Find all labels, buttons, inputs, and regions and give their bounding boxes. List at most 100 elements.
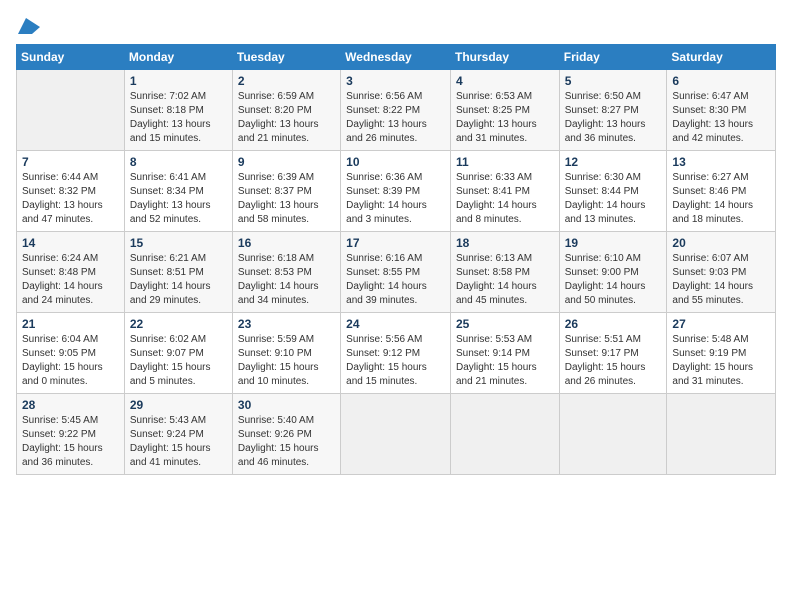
calendar-cell: 2 Sunrise: 6:59 AMSunset: 8:20 PMDaylight… <box>232 70 340 151</box>
calendar-cell: 29Sunrise: 5:43 AMSunset: 9:24 PMDayligh… <box>124 394 232 475</box>
calendar-cell: 4 Sunrise: 6:53 AMSunset: 8:25 PMDaylight… <box>450 70 559 151</box>
calendar-header-friday: Friday <box>559 45 667 70</box>
calendar-cell: 7 Sunrise: 6:44 AMSunset: 8:32 PMDaylight… <box>17 151 125 232</box>
calendar-header-wednesday: Wednesday <box>341 45 451 70</box>
day-detail: Sunrise: 5:53 AMSunset: 9:14 PMDaylight:… <box>456 333 554 389</box>
day-detail: Sunrise: 6:30 AMSunset: 8:44 PMDaylight:… <box>565 171 662 227</box>
day-detail: Sunrise: 6:16 AMSunset: 8:55 PMDaylight:… <box>346 252 445 308</box>
day-detail: Sunrise: 5:40 AMSunset: 9:26 PMDaylight:… <box>238 414 335 470</box>
calendar-cell: 25 Sunrise: 5:53 AMSunset: 9:14 PMDayligh… <box>450 313 559 394</box>
calendar-cell: 28 Sunrise: 5:45 AMSunset: 9:22 PMDayligh… <box>17 394 125 475</box>
calendar-cell: 5Sunrise: 6:50 AMSunset: 8:27 PMDaylight… <box>559 70 667 151</box>
calendar-header-monday: Monday <box>124 45 232 70</box>
day-number: 12 <box>565 155 662 169</box>
calendar-week-2: 7 Sunrise: 6:44 AMSunset: 8:32 PMDaylight… <box>17 151 776 232</box>
day-number: 6 <box>672 74 770 88</box>
day-detail: Sunrise: 6:53 AMSunset: 8:25 PMDaylight:… <box>456 90 554 146</box>
day-detail: Sunrise: 6:44 AMSunset: 8:32 PMDaylight:… <box>22 171 119 227</box>
calendar-cell <box>450 394 559 475</box>
calendar-cell: 23Sunrise: 5:59 AMSunset: 9:10 PMDayligh… <box>232 313 340 394</box>
day-number: 22 <box>130 317 227 331</box>
calendar-week-1: 1 Sunrise: 7:02 AMSunset: 8:18 PMDaylight… <box>17 70 776 151</box>
day-number: 27 <box>672 317 770 331</box>
calendar-table: SundayMondayTuesdayWednesdayThursdayFrid… <box>16 44 776 475</box>
calendar-week-5: 28 Sunrise: 5:45 AMSunset: 9:22 PMDayligh… <box>17 394 776 475</box>
calendar-cell: 20 Sunrise: 6:07 AMSunset: 9:03 PMDayligh… <box>667 232 776 313</box>
calendar-header-row: SundayMondayTuesdayWednesdayThursdayFrid… <box>17 45 776 70</box>
day-number: 8 <box>130 155 227 169</box>
calendar-cell <box>17 70 125 151</box>
day-number: 26 <box>565 317 662 331</box>
day-detail: Sunrise: 6:56 AMSunset: 8:22 PMDaylight:… <box>346 90 445 146</box>
day-number: 10 <box>346 155 445 169</box>
calendar-cell: 22 Sunrise: 6:02 AMSunset: 9:07 PMDayligh… <box>124 313 232 394</box>
calendar-cell: 26 Sunrise: 5:51 AMSunset: 9:17 PMDayligh… <box>559 313 667 394</box>
day-number: 7 <box>22 155 119 169</box>
calendar-cell: 24 Sunrise: 5:56 AMSunset: 9:12 PMDayligh… <box>341 313 451 394</box>
day-detail: Sunrise: 7:02 AMSunset: 8:18 PMDaylight:… <box>130 90 227 146</box>
day-detail: Sunrise: 6:21 AMSunset: 8:51 PMDaylight:… <box>130 252 227 308</box>
day-number: 2 <box>238 74 335 88</box>
day-detail: Sunrise: 5:51 AMSunset: 9:17 PMDaylight:… <box>565 333 662 389</box>
day-number: 5 <box>565 74 662 88</box>
day-number: 20 <box>672 236 770 250</box>
day-detail: Sunrise: 6:10 AMSunset: 9:00 PMDaylight:… <box>565 252 662 308</box>
day-number: 25 <box>456 317 554 331</box>
calendar-cell <box>341 394 451 475</box>
day-detail: Sunrise: 5:43 AMSunset: 9:24 PMDaylight:… <box>130 414 227 470</box>
day-detail: Sunrise: 6:41 AMSunset: 8:34 PMDaylight:… <box>130 171 227 227</box>
logo-icon <box>18 18 40 34</box>
calendar-cell: 27 Sunrise: 5:48 AMSunset: 9:19 PMDayligh… <box>667 313 776 394</box>
day-number: 19 <box>565 236 662 250</box>
day-number: 1 <box>130 74 227 88</box>
day-detail: Sunrise: 6:02 AMSunset: 9:07 PMDaylight:… <box>130 333 227 389</box>
calendar-cell: 3 Sunrise: 6:56 AMSunset: 8:22 PMDaylight… <box>341 70 451 151</box>
day-detail: Sunrise: 6:04 AMSunset: 9:05 PMDaylight:… <box>22 333 119 389</box>
day-detail: Sunrise: 5:45 AMSunset: 9:22 PMDaylight:… <box>22 414 119 470</box>
day-detail: Sunrise: 6:07 AMSunset: 9:03 PMDaylight:… <box>672 252 770 308</box>
day-number: 21 <box>22 317 119 331</box>
day-number: 4 <box>456 74 554 88</box>
day-detail: Sunrise: 5:56 AMSunset: 9:12 PMDaylight:… <box>346 333 445 389</box>
calendar-week-3: 14Sunrise: 6:24 AMSunset: 8:48 PMDayligh… <box>17 232 776 313</box>
calendar-cell: 15 Sunrise: 6:21 AMSunset: 8:51 PMDayligh… <box>124 232 232 313</box>
day-detail: Sunrise: 6:18 AMSunset: 8:53 PMDaylight:… <box>238 252 335 308</box>
calendar-cell: 19 Sunrise: 6:10 AMSunset: 9:00 PMDayligh… <box>559 232 667 313</box>
calendar-cell: 30Sunrise: 5:40 AMSunset: 9:26 PMDayligh… <box>232 394 340 475</box>
calendar-cell: 9 Sunrise: 6:39 AMSunset: 8:37 PMDaylight… <box>232 151 340 232</box>
day-detail: Sunrise: 6:33 AMSunset: 8:41 PMDaylight:… <box>456 171 554 227</box>
day-number: 23 <box>238 317 335 331</box>
day-detail: Sunrise: 6:47 AMSunset: 8:30 PMDaylight:… <box>672 90 770 146</box>
day-detail: Sunrise: 6:39 AMSunset: 8:37 PMDaylight:… <box>238 171 335 227</box>
day-number: 9 <box>238 155 335 169</box>
calendar-header-sunday: Sunday <box>17 45 125 70</box>
day-number: 11 <box>456 155 554 169</box>
day-detail: Sunrise: 6:27 AMSunset: 8:46 PMDaylight:… <box>672 171 770 227</box>
day-number: 24 <box>346 317 445 331</box>
calendar-cell: 8 Sunrise: 6:41 AMSunset: 8:34 PMDaylight… <box>124 151 232 232</box>
calendar-cell: 14Sunrise: 6:24 AMSunset: 8:48 PMDayligh… <box>17 232 125 313</box>
day-number: 18 <box>456 236 554 250</box>
calendar-cell: 18 Sunrise: 6:13 AMSunset: 8:58 PMDayligh… <box>450 232 559 313</box>
calendar-cell: 1 Sunrise: 7:02 AMSunset: 8:18 PMDaylight… <box>124 70 232 151</box>
calendar-cell: 12 Sunrise: 6:30 AMSunset: 8:44 PMDayligh… <box>559 151 667 232</box>
day-detail: Sunrise: 6:13 AMSunset: 8:58 PMDaylight:… <box>456 252 554 308</box>
logo <box>16 16 40 34</box>
page: SundayMondayTuesdayWednesdayThursdayFrid… <box>0 0 792 612</box>
day-number: 28 <box>22 398 119 412</box>
calendar-header-tuesday: Tuesday <box>232 45 340 70</box>
day-detail: Sunrise: 6:24 AMSunset: 8:48 PMDaylight:… <box>22 252 119 308</box>
calendar-header-thursday: Thursday <box>450 45 559 70</box>
day-detail: Sunrise: 5:48 AMSunset: 9:19 PMDaylight:… <box>672 333 770 389</box>
calendar-cell: 10Sunrise: 6:36 AMSunset: 8:39 PMDayligh… <box>341 151 451 232</box>
day-detail: Sunrise: 6:59 AMSunset: 8:20 PMDaylight:… <box>238 90 335 146</box>
calendar-week-4: 21 Sunrise: 6:04 AMSunset: 9:05 PMDayligh… <box>17 313 776 394</box>
day-number: 16 <box>238 236 335 250</box>
calendar-header-saturday: Saturday <box>667 45 776 70</box>
calendar-cell: 17Sunrise: 6:16 AMSunset: 8:55 PMDayligh… <box>341 232 451 313</box>
calendar-cell: 16 Sunrise: 6:18 AMSunset: 8:53 PMDayligh… <box>232 232 340 313</box>
day-number: 15 <box>130 236 227 250</box>
calendar-cell: 13Sunrise: 6:27 AMSunset: 8:46 PMDayligh… <box>667 151 776 232</box>
day-number: 3 <box>346 74 445 88</box>
header <box>16 16 776 34</box>
